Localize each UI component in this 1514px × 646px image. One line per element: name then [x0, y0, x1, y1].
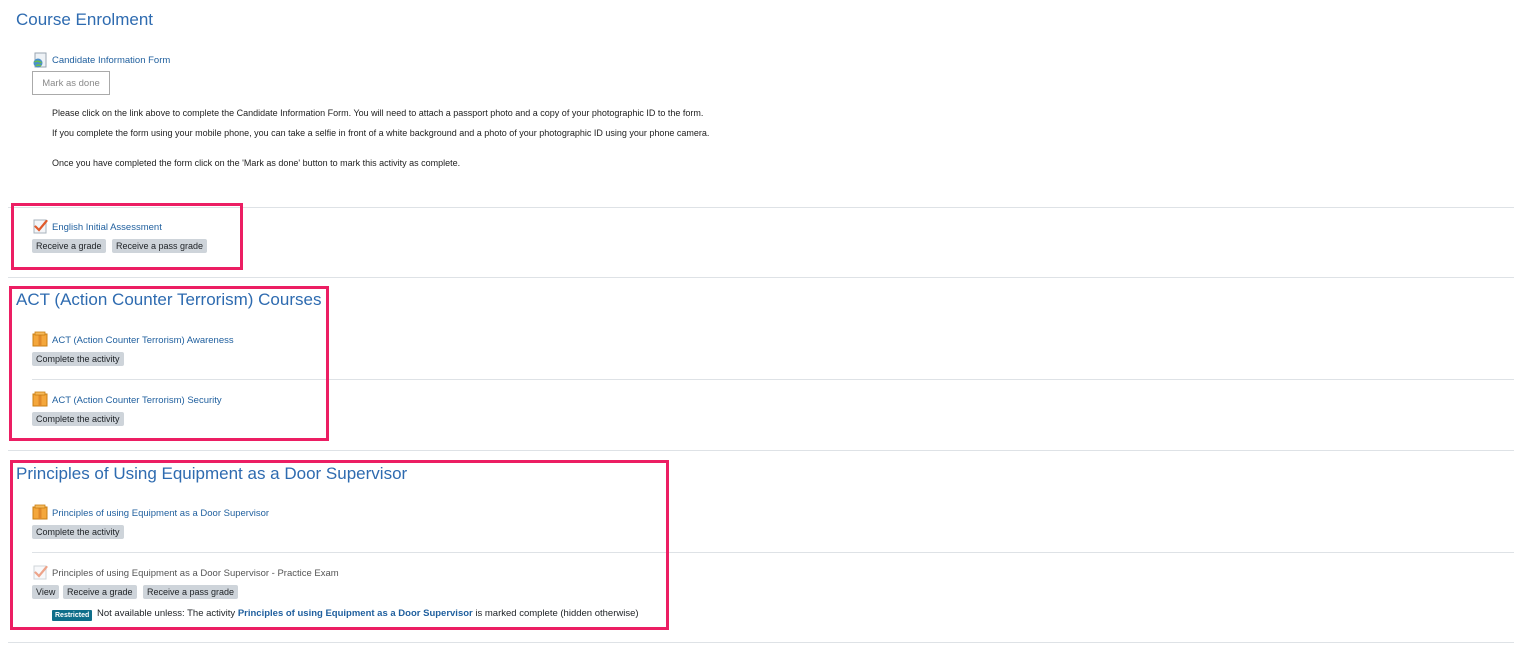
section-title-course-enrolment: Course Enrolment [16, 10, 154, 29]
enrolment-instruction-1: Please click on the link above to comple… [52, 108, 704, 118]
mark-as-done-button[interactable]: Mark as done [32, 71, 110, 95]
enrolment-instruction-2: If you complete the form using your mobi… [52, 128, 710, 138]
divider [8, 277, 1514, 278]
globe-doc-icon [33, 52, 47, 68]
enrolment-instruction-3: Once you have completed the form click o… [52, 158, 461, 168]
candidate-information-form-link[interactable]: Candidate Information Form [52, 55, 170, 66]
highlight-box-english [11, 203, 243, 270]
highlight-box-act [9, 286, 329, 441]
divider [8, 450, 1514, 451]
divider [8, 642, 1514, 643]
highlight-box-principles [10, 460, 669, 630]
